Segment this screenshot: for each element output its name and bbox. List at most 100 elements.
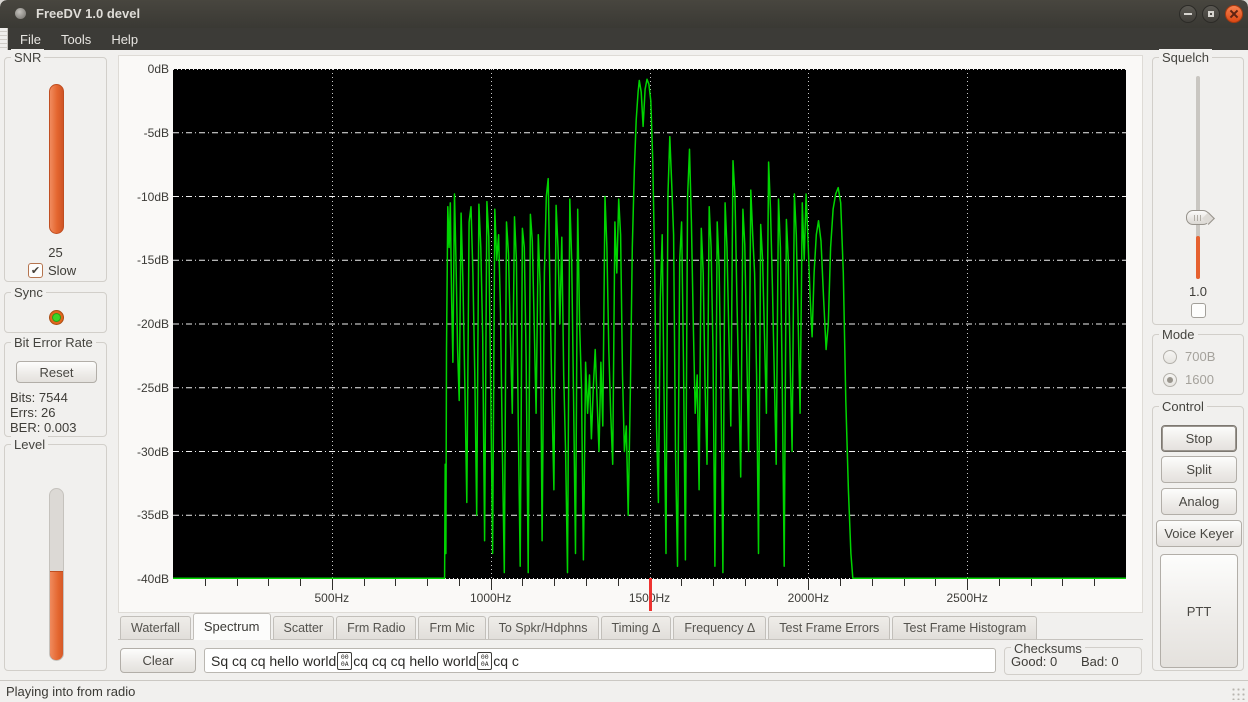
x-axis-minor-tick [935, 579, 936, 586]
minimize-button[interactable] [1179, 5, 1197, 23]
level-meter [49, 488, 64, 661]
x-axis-minor-tick [1031, 579, 1032, 586]
x-axis-minor-tick [1094, 579, 1095, 586]
tab-frm-radio[interactable]: Frm Radio [336, 616, 416, 639]
x-axis-label: 500Hz [297, 591, 367, 605]
ptt-button[interactable]: PTT [1160, 554, 1238, 668]
radio-icon-700b [1163, 350, 1177, 364]
x-axis-minor-tick [904, 579, 905, 586]
maximize-button[interactable] [1202, 5, 1220, 23]
menu-item-tools[interactable]: Tools [51, 30, 101, 49]
analog-button[interactable]: Analog [1161, 488, 1237, 515]
squelch-slider-handle[interactable] [1186, 210, 1210, 225]
window-title: FreeDV 1.0 devel [36, 6, 140, 21]
mode-option-700b[interactable]: 700B [1163, 349, 1215, 364]
spectrum-trace [173, 79, 1126, 578]
x-axis-minor-tick [554, 579, 555, 586]
level-meter-fill [49, 571, 64, 661]
control-group: Control StopSplitAnalogVoice Keyer PTT [1152, 406, 1244, 671]
minimize-icon [1184, 13, 1192, 15]
x-axis-major-tick [491, 579, 492, 590]
snr-group: SNR 25 ✔ Slow [4, 57, 107, 282]
x-axis-label: 1000Hz [456, 591, 526, 605]
control-char-icon: 000A [477, 652, 492, 670]
status-text: Playing into from radio [6, 684, 135, 699]
x-axis-minor-tick [427, 579, 428, 586]
mode-option-1600[interactable]: 1600 [1163, 372, 1214, 387]
y-axis-label: -30dB [121, 445, 169, 459]
sync-group: Sync [4, 292, 107, 333]
x-axis-minor-tick [268, 579, 269, 586]
tab-scatter[interactable]: Scatter [273, 616, 335, 639]
x-axis-major-tick [967, 579, 968, 590]
mode-label-700b: 700B [1185, 349, 1215, 364]
x-axis-minor-tick [205, 579, 206, 586]
clear-button[interactable]: Clear [120, 648, 196, 673]
rx-text-field[interactable]: Sq cq cq hello world000Acq cq cq hello w… [204, 648, 996, 673]
tab-test-frame-errors[interactable]: Test Frame Errors [768, 616, 890, 639]
tab-spectrum[interactable]: Spectrum [193, 613, 271, 640]
tab-to-spkr-hdphns[interactable]: To Spkr/Hdphns [488, 616, 599, 639]
tab-timing[interactable]: Timing Δ [601, 616, 672, 639]
squelch-slider-fill [1196, 236, 1200, 279]
reset-button[interactable]: Reset [16, 361, 97, 383]
stop-button[interactable]: Stop [1161, 425, 1237, 452]
control-char-icon: 000A [337, 652, 352, 670]
close-icon [1229, 9, 1239, 19]
menu-bar: FileToolsHelp [0, 28, 1248, 50]
y-axis-label: -5dB [121, 126, 169, 140]
menu-item-help[interactable]: Help [101, 30, 148, 49]
squelch-group-label: Squelch [1159, 49, 1212, 66]
rx-text-segment: cq cq cq hello world [353, 653, 476, 669]
voice-keyer-button[interactable]: Voice Keyer [1156, 520, 1242, 547]
x-axis-minor-tick [300, 579, 301, 586]
control-group-label: Control [1159, 398, 1207, 415]
ber-bits: Bits: 7544 [10, 390, 68, 405]
level-group-label: Level [11, 436, 48, 453]
app-icon [15, 8, 26, 19]
status-bar: Playing into from radio [0, 680, 1248, 702]
menu-items: FileToolsHelp [10, 30, 148, 49]
x-axis-minor-tick [681, 579, 682, 586]
x-axis-major-tick [332, 579, 333, 590]
tab-waterfall[interactable]: Waterfall [120, 616, 191, 639]
y-axis-label: -40dB [121, 572, 169, 586]
x-axis-minor-tick [840, 579, 841, 586]
snr-slow-checkbox[interactable]: ✔ [28, 263, 43, 278]
bit-error-rate-group: Bit Error Rate Reset Bits: 7544 Errs: 26… [4, 342, 107, 437]
mode-group: Mode 700B1600 [1152, 334, 1244, 395]
tab-frm-mic[interactable]: Frm Mic [418, 616, 485, 639]
menu-item-file[interactable]: File [10, 30, 51, 49]
x-axis-minor-tick [459, 579, 460, 586]
squelch-group: Squelch 1.0 [1152, 57, 1244, 325]
radio-icon-1600 [1163, 373, 1177, 387]
x-axis-label: 2500Hz [932, 591, 1002, 605]
y-axis-label: -20dB [121, 317, 169, 331]
x-axis-minor-tick [237, 579, 238, 586]
x-axis-minor-tick [999, 579, 1000, 586]
title-bar[interactable]: FreeDV 1.0 devel [0, 0, 1248, 28]
squelch-checkbox[interactable] [1191, 303, 1206, 318]
resize-grip[interactable] [1231, 687, 1245, 700]
x-axis-label: 2000Hz [773, 591, 843, 605]
mode-label-1600: 1600 [1185, 372, 1214, 387]
y-axis-label: -10dB [121, 190, 169, 204]
tab-frequency[interactable]: Frequency Δ [673, 616, 766, 639]
close-button[interactable] [1225, 5, 1243, 23]
maximize-icon [1208, 11, 1214, 17]
tab-test-frame-histogram[interactable]: Test Frame Histogram [892, 616, 1037, 639]
level-group: Level [4, 444, 107, 671]
mode-group-label: Mode [1159, 326, 1198, 343]
y-axis-label: -35dB [121, 508, 169, 522]
sync-led-icon [49, 310, 64, 325]
plot-tabs: WaterfallSpectrumScatterFrm RadioFrm Mic… [118, 613, 1143, 640]
checksums-good: Good: 0 [1011, 654, 1057, 669]
split-button[interactable]: Split [1161, 456, 1237, 483]
bottom-row: Clear Sq cq cq hello world000Acq cq cq h… [118, 640, 1144, 680]
menu-grip[interactable] [0, 28, 8, 50]
snr-meter [49, 84, 64, 234]
freedv-window: FreeDV 1.0 devel FileToolsHelp SNR 25 ✔ … [0, 0, 1248, 702]
x-axis-minor-tick [872, 579, 873, 586]
ber-errs: Errs: 26 [10, 405, 56, 420]
x-axis-minor-tick [745, 579, 746, 586]
